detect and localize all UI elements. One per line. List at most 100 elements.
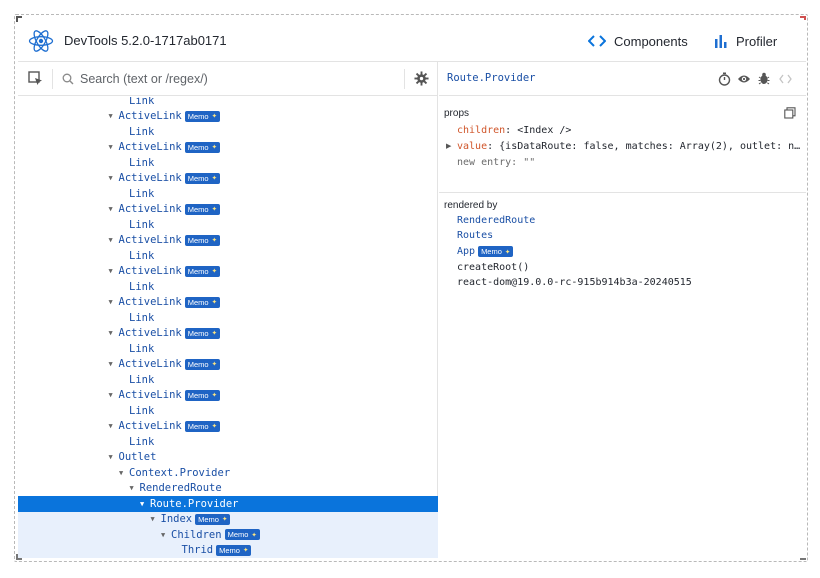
tree-row[interactable]: ▼ ActiveLink Memo ✦ [18, 171, 438, 187]
prop-value: {isDataRoute: false, matches: Array(2), … [499, 141, 801, 152]
tree-row[interactable]: ▼ ActiveLink Memo ✦ [18, 326, 438, 342]
tree-row[interactable]: ▼ ActiveLink Memo ✦ [18, 357, 438, 373]
owner-root: createRoot() [457, 262, 530, 273]
tree-row-label: ActiveLink [118, 172, 182, 185]
tree-row[interactable]: Link [18, 434, 438, 450]
tab-components[interactable]: Components [588, 20, 698, 62]
tree-row-label: ActiveLink [118, 327, 182, 340]
memo-badge: Memo ✦ [184, 203, 221, 215]
devtools-app: DevTools 5.2.0-1717ab0171 Components Pro… [18, 20, 806, 558]
tree-row[interactable]: Link [18, 155, 438, 171]
collapse-arrow-icon[interactable]: ▼ [109, 453, 119, 461]
stopwatch-icon[interactable] [718, 72, 731, 91]
tree-row-label: Context.Provider [129, 466, 231, 479]
owner-link[interactable]: Routes [457, 230, 493, 241]
collapse-arrow-icon[interactable]: ▼ [109, 143, 119, 151]
tree-row[interactable]: ▼ ActiveLink Memo ✦ [18, 295, 438, 311]
collapse-arrow-icon[interactable]: ▼ [109, 205, 119, 213]
tree-row[interactable]: Link [18, 341, 438, 357]
owner-link[interactable]: App Memo ✦ [457, 246, 514, 257]
props-section-label: props [444, 108, 470, 119]
prop-value: <Index /> [517, 125, 572, 136]
new-entry-input[interactable]: new entry: "" [457, 157, 535, 168]
selected-component-name: Route.Provider [447, 72, 536, 84]
renderer-version: react-dom@19.0.0-rc-915b914b3a-20240515 [457, 277, 692, 288]
prop-value-row[interactable]: value: {isDataRoute: false, matches: Arr… [457, 141, 800, 152]
copy-icon[interactable] [784, 106, 796, 124]
tree-row[interactable]: ▼ ActiveLink Memo ✦ [18, 388, 438, 404]
tree-row[interactable]: ▼ ActiveLink Memo ✦ [18, 202, 438, 218]
tree-row[interactable]: ▼ RenderedRoute [18, 481, 438, 497]
collapse-arrow-icon[interactable]: ▼ [109, 391, 119, 399]
tree-row[interactable]: ▼ Children Memo ✦ [18, 527, 438, 543]
tree-row[interactable]: Link [18, 310, 438, 326]
prop-children-row: children: <Index /> [457, 125, 572, 136]
tree-row[interactable]: Link [18, 217, 438, 233]
tree-row[interactable]: Link [18, 279, 438, 295]
collapse-arrow-icon[interactable]: ▼ [109, 112, 119, 120]
collapse-arrow-icon[interactable]: ▼ [140, 500, 150, 508]
tree-row-label: Link [129, 218, 155, 231]
search-input[interactable] [80, 69, 400, 89]
memo-badge: Memo ✦ [184, 358, 221, 370]
memo-badge: Memo ✦ [224, 529, 260, 541]
tree-row[interactable]: ▼ Index Memo ✦ [18, 511, 438, 527]
sparkle-icon: ✦ [211, 299, 218, 307]
collapse-arrow-icon[interactable]: ▼ [130, 484, 140, 492]
collapse-arrow-icon[interactable]: ▼ [109, 267, 119, 275]
component-tree-panel: Link▼ActiveLinkMemo✦Link▼ActiveLinkMemo✦… [18, 62, 438, 558]
tree-row[interactable]: ▼ ActiveLink Memo ✦ [18, 140, 438, 156]
sparkle-icon: ✦ [211, 206, 218, 214]
search-bar [18, 62, 438, 96]
bug-icon[interactable] [758, 72, 770, 90]
collapse-arrow-icon[interactable]: ▼ [109, 422, 119, 430]
tree-row[interactable]: Link [18, 124, 438, 140]
tree-row[interactable]: Thrid Memo ✦ [18, 542, 438, 558]
collapse-arrow-icon[interactable]: ▼ [109, 329, 119, 337]
gear-icon[interactable] [414, 71, 429, 91]
tab-profiler[interactable]: Profiler [714, 20, 794, 62]
tree-row[interactable]: ▼ ActiveLink Memo ✦ [18, 419, 438, 435]
toolbar-divider [52, 69, 53, 89]
memo-badge: Memo ✦ [184, 327, 221, 339]
expand-caret-icon[interactable]: ▶ [446, 142, 451, 150]
select-element-icon[interactable] [28, 71, 43, 91]
collapse-arrow-icon[interactable]: ▼ [161, 531, 171, 539]
react-logo-icon [28, 30, 54, 52]
sparkle-icon: ✦ [211, 330, 218, 338]
toolbar-divider [404, 69, 405, 89]
rendered-by-label: rendered by [444, 200, 498, 211]
memo-badge: Memo ✦ [184, 420, 221, 432]
collapse-arrow-icon[interactable]: ▼ [119, 469, 129, 477]
memo-badge: Memo ✦ [184, 110, 221, 122]
tree-row[interactable]: ▼ Outlet [18, 450, 438, 466]
tree-row-label: ActiveLink [118, 141, 182, 154]
search-icon [62, 72, 74, 90]
collapse-arrow-icon[interactable]: ▼ [109, 298, 119, 306]
tree-row-label: Link [129, 342, 155, 355]
tree-row[interactable]: Link [18, 372, 438, 388]
collapse-arrow-icon[interactable]: ▼ [151, 515, 161, 523]
view-source-icon[interactable] [779, 72, 792, 90]
eye-icon[interactable] [737, 72, 751, 90]
top-bar: DevTools 5.2.0-1717ab0171 Components Pro… [18, 20, 806, 62]
memo-badge: Memo ✦ [184, 265, 221, 277]
collapse-arrow-icon[interactable]: ▼ [109, 360, 119, 368]
tree-row[interactable]: Link [18, 186, 438, 202]
tree-row[interactable]: Link [18, 248, 438, 264]
sparkle-icon: ✦ [211, 361, 218, 369]
tree-row[interactable]: ▼ ActiveLink Memo ✦ [18, 233, 438, 249]
tree-row[interactable]: ▼ ActiveLink Memo ✦ [18, 109, 438, 125]
collapse-arrow-icon[interactable]: ▼ [109, 174, 119, 182]
inspector-header: Route.Provider [439, 62, 806, 96]
collapse-arrow-icon[interactable]: ▼ [109, 236, 119, 244]
tree-row[interactable]: ▼ Context.Provider [18, 465, 438, 481]
tree-row-label: RenderedRoute [139, 482, 222, 495]
tree-row[interactable]: Link [18, 403, 438, 419]
tree-row-label: ActiveLink [118, 296, 182, 309]
tab-profiler-label: Profiler [736, 33, 778, 49]
tree-row[interactable]: ▼ Route.Provider [18, 496, 438, 512]
tree-row[interactable]: ▼ ActiveLink Memo ✦ [18, 264, 438, 280]
tree-row[interactable]: Link [18, 97, 438, 109]
owner-link[interactable]: RenderedRoute [457, 215, 535, 226]
